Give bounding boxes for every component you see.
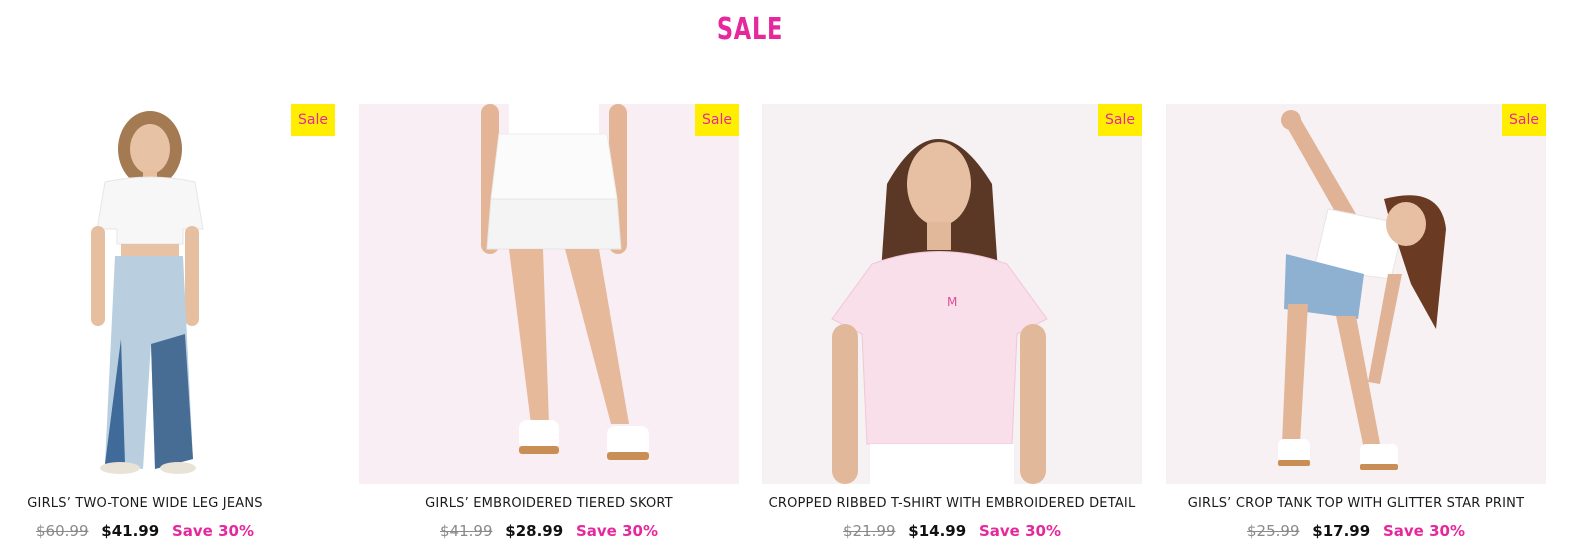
product-name[interactable]: GIRLS’ EMBROIDERED TIERED SKORT (359, 496, 739, 511)
sale-badge: Sale (695, 104, 739, 136)
product-card[interactable]: Sale GIRLS’ CROP TANK TOP WITH GLITTER S… (1166, 104, 1546, 560)
save-label: Save 30% (575, 522, 658, 540)
product-image[interactable]: Sale (1166, 104, 1546, 484)
product-image[interactable]: M Sale (762, 104, 1142, 484)
product-name[interactable]: CROPPED RIBBED T-SHIRT WITH EMBROIDERED … (762, 496, 1142, 511)
product-card[interactable]: Sale GIRLS’ TWO-TONE WIDE LEG JEANS $60.… (0, 104, 335, 560)
product-card[interactable]: M Sale CROPPED RIBBED T-SHIRT WITH EMBRO… (762, 104, 1142, 560)
product-prices: $21.99 $14.99 Save 30% (762, 522, 1142, 540)
sale-price: $41.99 (101, 522, 160, 540)
section-title: SALE (716, 12, 784, 47)
product-name[interactable]: GIRLS’ CROP TANK TOP WITH GLITTER STAR P… (1166, 496, 1546, 511)
save-label: Save 30% (978, 522, 1061, 540)
original-price: $60.99 (36, 522, 89, 540)
product-prices: $41.99 $28.99 Save 30% (359, 522, 739, 540)
product-prices: $60.99 $41.99 Save 30% (0, 522, 335, 540)
product-image[interactable]: Sale (0, 104, 335, 484)
sale-price: $17.99 (1312, 522, 1371, 540)
sale-price: $28.99 (505, 522, 564, 540)
product-prices: $25.99 $17.99 Save 30% (1166, 522, 1546, 540)
save-label: Save 30% (171, 522, 254, 540)
sale-price: $14.99 (908, 522, 967, 540)
save-label: Save 30% (1382, 522, 1465, 540)
sale-badge: Sale (291, 104, 335, 136)
product-name[interactable]: GIRLS’ TWO-TONE WIDE LEG JEANS (0, 496, 335, 511)
product-grid: Sale GIRLS’ TWO-TONE WIDE LEG JEANS $60.… (0, 104, 1570, 560)
product-card[interactable]: Sale GIRLS’ EMBROIDERED TIERED SKORT $41… (359, 104, 739, 560)
original-price: $21.99 (843, 522, 896, 540)
sale-badge: Sale (1502, 104, 1546, 136)
svg-text:M: M (947, 295, 957, 309)
original-price: $25.99 (1247, 522, 1300, 540)
product-image[interactable]: Sale (359, 104, 739, 484)
sale-badge: Sale (1098, 104, 1142, 136)
original-price: $41.99 (440, 522, 493, 540)
